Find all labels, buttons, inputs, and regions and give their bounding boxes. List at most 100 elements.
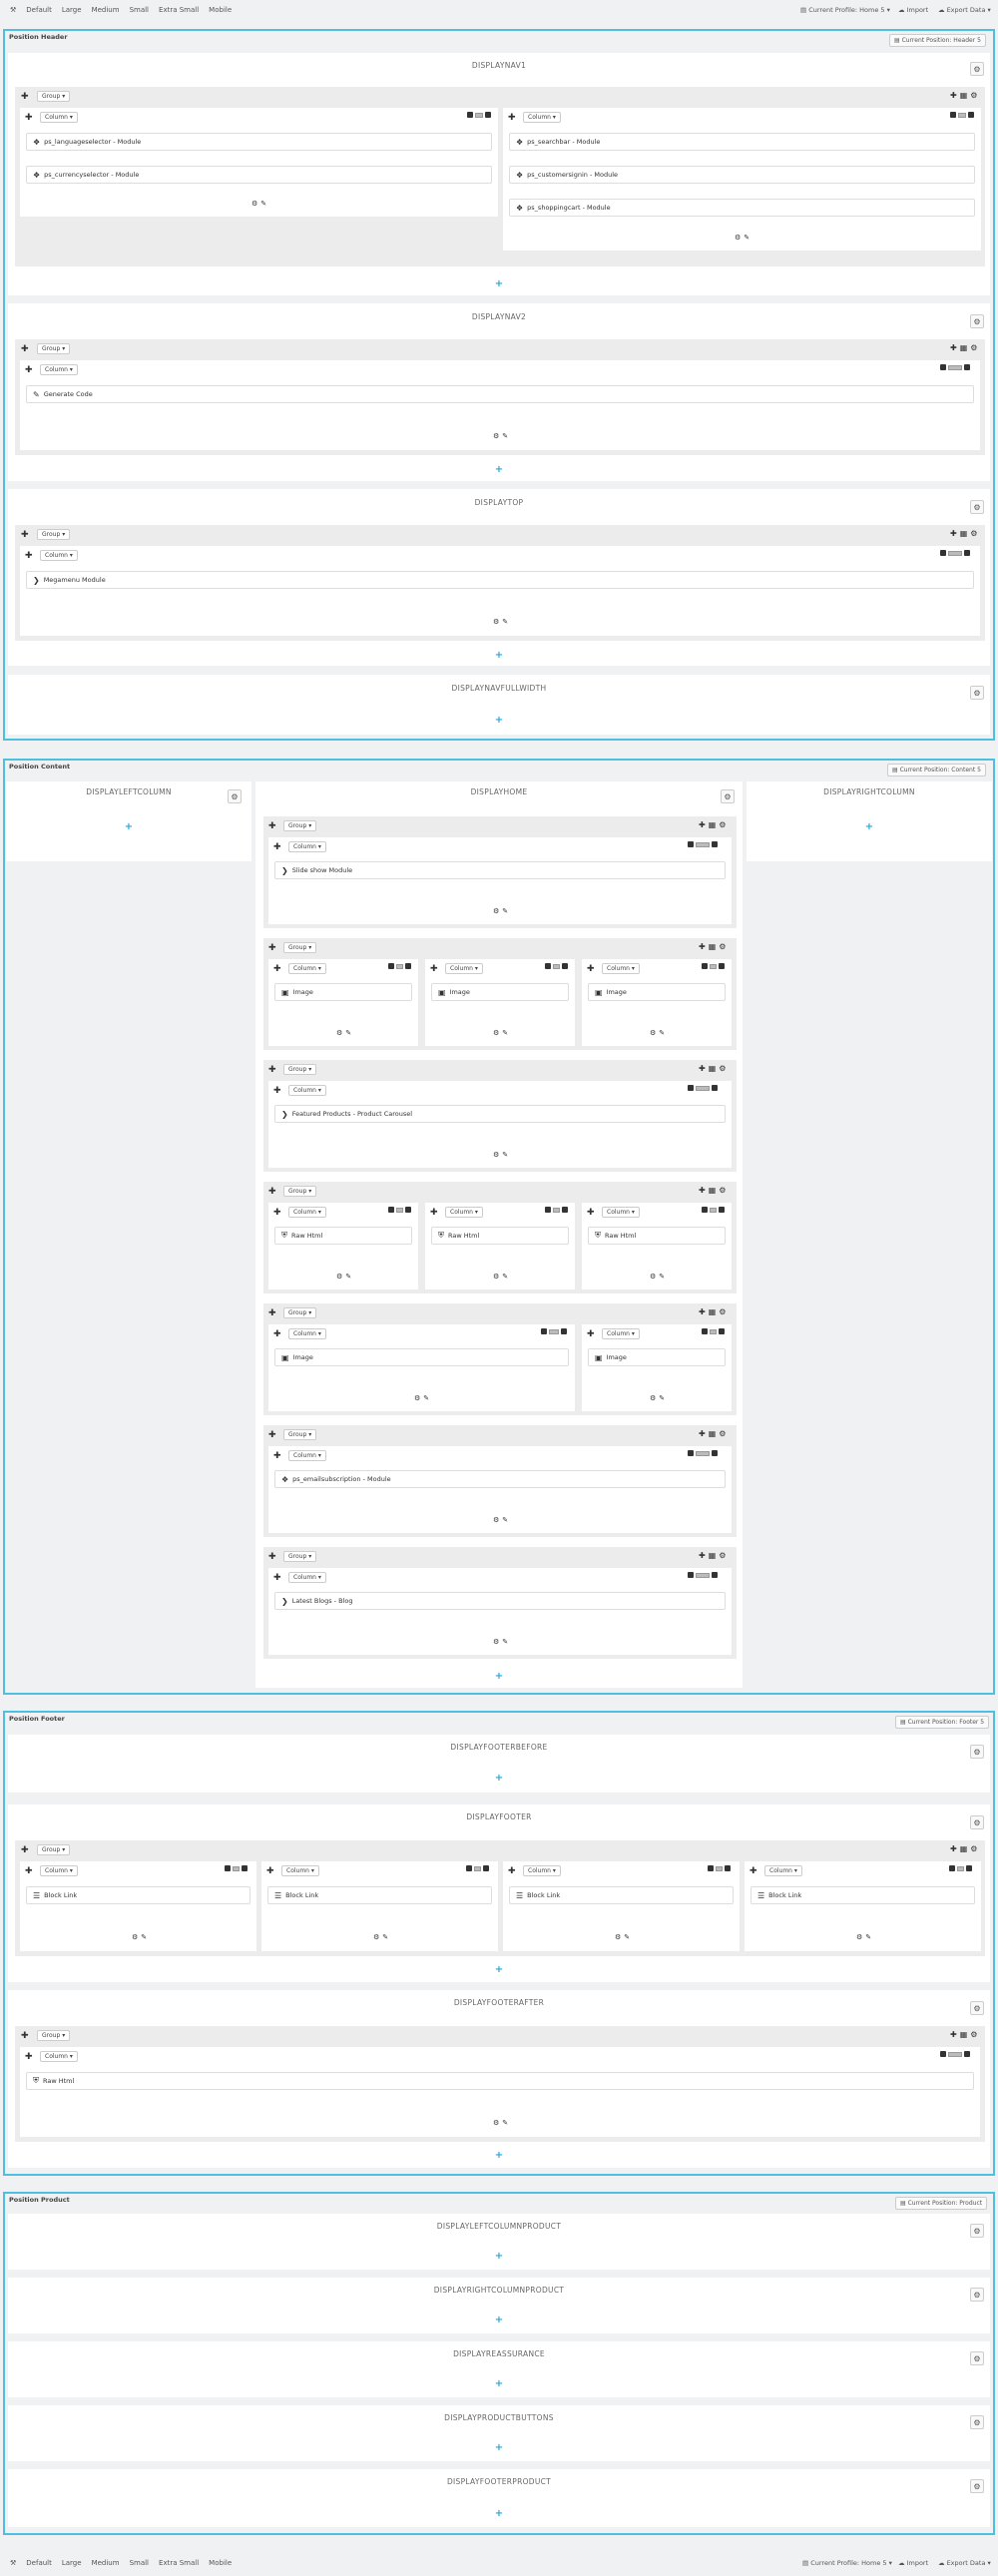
- grid-icon[interactable]: ▦: [709, 942, 717, 951]
- column-dropdown[interactable]: Column ▾: [40, 112, 78, 123]
- group-dropdown[interactable]: Group ▾: [37, 1844, 71, 1855]
- gear-icon[interactable]: ⚙: [719, 1429, 726, 1438]
- column-dropdown[interactable]: Column ▾: [602, 1207, 640, 1218]
- column-dropdown[interactable]: Column ▾: [288, 1328, 326, 1339]
- minus-icon[interactable]: [467, 112, 473, 118]
- gear-icon[interactable]: ⚙: [735, 234, 741, 242]
- minus-icon[interactable]: [225, 1865, 231, 1871]
- grid-icon[interactable]: ▦: [709, 1307, 717, 1316]
- width-bar[interactable]: [696, 841, 710, 847]
- gear-icon[interactable]: ⚙: [970, 2351, 984, 2365]
- width-bar[interactable]: [948, 2051, 962, 2057]
- add-icon[interactable]: ✚: [699, 820, 706, 829]
- gear-icon[interactable]: ⚙: [719, 1186, 726, 1195]
- wrench-icon[interactable]: ⚒: [10, 6, 16, 14]
- gear-icon[interactable]: ⚙: [970, 500, 984, 514]
- width-bar[interactable]: [396, 1207, 403, 1213]
- grid-icon[interactable]: ▦: [709, 1186, 717, 1195]
- width-bar[interactable]: [696, 1085, 710, 1091]
- widget-product-carousel[interactable]: ❯ Featured Products - Product Carousel: [274, 1105, 726, 1123]
- grid-icon[interactable]: ▦: [960, 343, 968, 352]
- add-icon[interactable]: ✚: [950, 343, 957, 352]
- minus-icon[interactable]: [388, 963, 394, 969]
- gear-icon[interactable]: ⚙: [970, 2001, 984, 2015]
- plus-icon[interactable]: [964, 2051, 970, 2057]
- move-icon[interactable]: ✚: [268, 943, 276, 953]
- widget-image[interactable]: ▣ Image: [274, 1348, 569, 1366]
- gear-icon[interactable]: ⚙: [493, 1638, 499, 1646]
- gear-icon[interactable]: ⚙: [970, 91, 977, 100]
- add-group-button[interactable]: +: [491, 2378, 507, 2389]
- plus-icon[interactable]: [719, 1207, 725, 1213]
- gear-icon[interactable]: ⚙: [132, 1933, 138, 1941]
- size-small[interactable]: Small: [130, 2559, 149, 2567]
- move-icon[interactable]: ✚: [587, 1329, 595, 1339]
- add-group-button[interactable]: +: [121, 821, 137, 832]
- gear-icon[interactable]: ⚙: [970, 1815, 984, 1829]
- pencil-icon[interactable]: ✎: [423, 1394, 429, 1402]
- minus-icon[interactable]: [688, 1572, 694, 1578]
- plus-icon[interactable]: [968, 112, 974, 118]
- column-dropdown[interactable]: Column ▾: [281, 1865, 319, 1876]
- add-group-button[interactable]: +: [491, 715, 507, 726]
- plus-icon[interactable]: [719, 1328, 725, 1334]
- gear-icon[interactable]: ⚙: [970, 343, 977, 352]
- grid-icon[interactable]: ▦: [960, 1844, 968, 1853]
- grid-icon[interactable]: ▦: [709, 1429, 717, 1438]
- current-position-dropdown[interactable]: ▤ Current Position: Product: [895, 2197, 988, 2210]
- move-icon[interactable]: ✚: [273, 964, 281, 974]
- pencil-icon[interactable]: ✎: [659, 1273, 665, 1281]
- widget-blog[interactable]: ❯ Latest Blogs - Blog: [274, 1592, 726, 1610]
- add-group-button[interactable]: +: [861, 821, 877, 832]
- column-dropdown[interactable]: Column ▾: [288, 1450, 326, 1461]
- pencil-icon[interactable]: ✎: [659, 1394, 665, 1402]
- move-icon[interactable]: ✚: [268, 1552, 276, 1562]
- plus-icon[interactable]: [562, 963, 568, 969]
- pencil-icon[interactable]: ✎: [502, 907, 508, 915]
- gear-icon[interactable]: ⚙: [373, 1933, 379, 1941]
- gear-icon[interactable]: ⚙: [970, 2030, 977, 2039]
- widget-module[interactable]: ❖ ps_shoppingcart - Module: [509, 199, 975, 217]
- width-bar[interactable]: [957, 1865, 964, 1871]
- pencil-icon[interactable]: ✎: [502, 618, 508, 626]
- add-icon[interactable]: ✚: [950, 529, 957, 538]
- add-group-button[interactable]: +: [491, 2315, 507, 2325]
- width-bar[interactable]: [474, 1865, 481, 1871]
- gear-icon[interactable]: ⚙: [970, 1745, 984, 1759]
- column-dropdown[interactable]: Column ▾: [523, 1865, 561, 1876]
- gear-icon[interactable]: ⚙: [650, 1394, 656, 1402]
- gear-icon[interactable]: ⚙: [856, 1933, 862, 1941]
- column-dropdown[interactable]: Column ▾: [40, 1865, 78, 1876]
- move-icon[interactable]: ✚: [268, 1065, 276, 1075]
- gear-icon[interactable]: ⚙: [721, 789, 735, 803]
- minus-icon[interactable]: [466, 1865, 472, 1871]
- minus-icon[interactable]: [688, 1085, 694, 1091]
- current-position-dropdown[interactable]: ▤ Current Position: Footer 5: [895, 1716, 990, 1729]
- add-icon[interactable]: ✚: [699, 1429, 706, 1438]
- pencil-icon[interactable]: ✎: [502, 1516, 508, 1524]
- move-icon[interactable]: ✚: [508, 113, 516, 123]
- widget-image[interactable]: ▣ Image: [274, 983, 412, 1001]
- size-large[interactable]: Large: [62, 6, 82, 14]
- widget-raw-html[interactable]: ⛨ Raw Html: [588, 1227, 726, 1245]
- width-bar[interactable]: [396, 963, 403, 969]
- gear-icon[interactable]: ⚙: [970, 2288, 984, 2302]
- widget-module[interactable]: ❖ ps_currencyselector - Module: [26, 166, 492, 184]
- add-group-button[interactable]: +: [491, 2508, 507, 2519]
- gear-icon[interactable]: ⚙: [493, 1151, 499, 1159]
- size-mobile[interactable]: Mobile: [209, 6, 232, 14]
- width-bar[interactable]: [958, 112, 966, 118]
- widget-raw-html[interactable]: ⛨ Raw Html: [26, 2072, 974, 2090]
- minus-icon[interactable]: [545, 963, 551, 969]
- gear-icon[interactable]: ⚙: [336, 1029, 342, 1037]
- gear-icon[interactable]: ⚙: [719, 1064, 726, 1073]
- move-icon[interactable]: ✚: [268, 821, 276, 831]
- width-bar[interactable]: [710, 1207, 717, 1213]
- plus-icon[interactable]: [405, 1207, 411, 1213]
- move-icon[interactable]: ✚: [25, 113, 33, 123]
- gear-icon[interactable]: ⚙: [493, 1516, 499, 1524]
- widget-block-link[interactable]: ☰ Block Link: [267, 1886, 492, 1904]
- move-icon[interactable]: ✚: [273, 1086, 281, 1096]
- minus-icon[interactable]: [702, 1328, 708, 1334]
- width-bar[interactable]: [710, 963, 717, 969]
